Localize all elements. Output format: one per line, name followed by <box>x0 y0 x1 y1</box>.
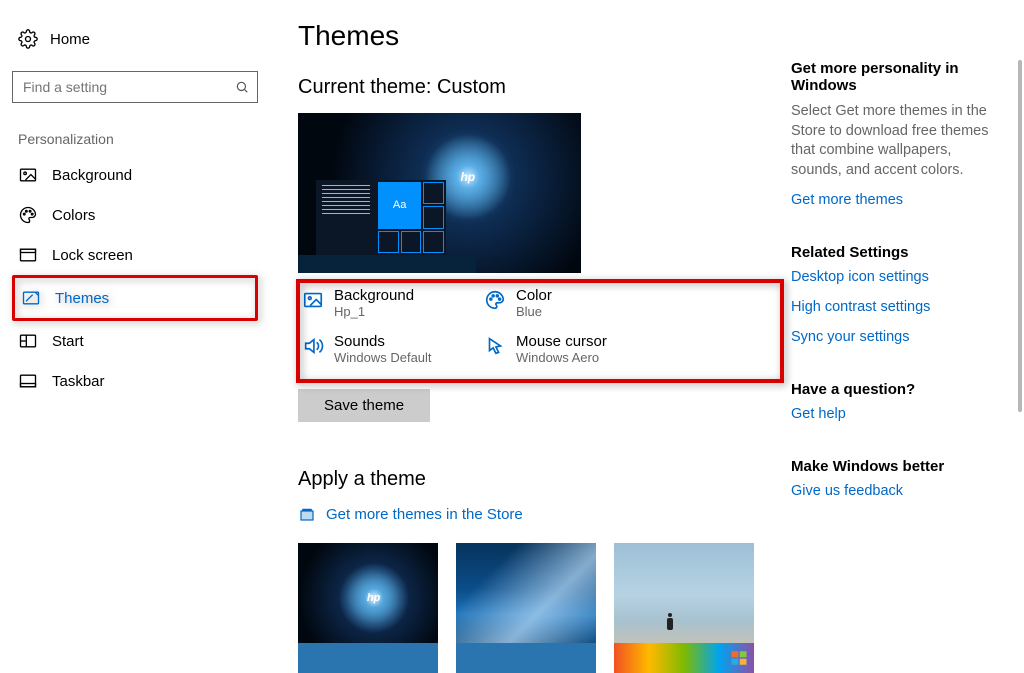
sidebar-item-background[interactable]: Background <box>12 155 258 195</box>
search-box[interactable] <box>12 71 258 103</box>
get-more-themes-link[interactable]: Get more themes <box>791 192 1001 208</box>
theme-thumb-windows[interactable] <box>456 543 596 673</box>
apply-theme-title: Apply a theme <box>298 468 778 491</box>
sidebar-item-taskbar[interactable]: Taskbar <box>12 361 258 401</box>
link-desktop-icon-settings[interactable]: Desktop icon settings <box>791 269 1001 285</box>
picture-icon <box>302 289 324 311</box>
theme-preview: hp Aa <box>298 113 581 273</box>
sidebar-item-lockscreen[interactable]: Lock screen <box>12 235 258 275</box>
search-icon <box>235 80 249 94</box>
link-high-contrast[interactable]: High contrast settings <box>791 299 1001 315</box>
section-label: Personalization <box>18 131 258 147</box>
store-icon <box>298 505 316 523</box>
sidebar-item-label: Colors <box>52 207 95 224</box>
cursor-icon <box>484 335 506 357</box>
sidebar-item-colors[interactable]: Colors <box>12 195 258 235</box>
sidebar: Home Personalization Background Colors L… <box>0 0 270 401</box>
feedback-link[interactable]: Give us feedback <box>791 483 1001 499</box>
sidebar-item-label: Taskbar <box>52 373 105 390</box>
theme-settings-block: BackgroundHp_1 ColorBlue SoundsWindows D… <box>298 281 778 377</box>
sidebar-item-label: Background <box>52 167 132 184</box>
related-group: Related Settings Desktop icon settings H… <box>791 244 1001 345</box>
windows-flag-icon <box>730 649 748 667</box>
sidebar-item-label: Themes <box>55 290 109 307</box>
hp-logo-icon: hp <box>367 592 380 604</box>
theme-thumb-beach[interactable] <box>614 543 754 673</box>
palette-icon <box>484 289 506 311</box>
sidebar-item-label: Start <box>52 333 84 350</box>
related-title: Related Settings <box>791 244 1001 261</box>
personality-title: Get more personality in Windows <box>791 60 1001 94</box>
picture-icon <box>18 165 38 185</box>
tile-big: Aa <box>378 182 421 229</box>
theme-thumb-hp[interactable]: hp <box>298 543 438 673</box>
main-content: Themes Current theme: Custom hp Aa Backg… <box>298 20 778 673</box>
taskbar-icon <box>18 371 38 391</box>
setting-color[interactable]: ColorBlue <box>484 287 654 319</box>
gear-icon <box>18 29 38 49</box>
lockscreen-icon <box>18 245 38 265</box>
page-title: Themes <box>298 20 778 52</box>
sidebar-item-label: Lock screen <box>52 247 133 264</box>
scrollbar[interactable] <box>1018 60 1022 412</box>
home-label: Home <box>50 31 90 48</box>
link-sync-settings[interactable]: Sync your settings <box>791 329 1001 345</box>
store-link[interactable]: Get more themes in the Store <box>298 505 778 523</box>
palette-icon <box>18 205 38 225</box>
question-group: Have a question? Get help <box>791 381 1001 422</box>
search-input[interactable] <box>21 78 235 96</box>
setting-sounds[interactable]: SoundsWindows Default <box>302 333 472 365</box>
start-icon <box>18 331 38 351</box>
sidebar-item-themes[interactable]: Themes <box>12 275 258 321</box>
current-theme-title: Current theme: Custom <box>298 76 778 99</box>
hp-logo-icon: hp <box>460 170 475 184</box>
sidebar-item-start[interactable]: Start <box>12 321 258 361</box>
theme-thumbnails: hp <box>298 543 778 673</box>
get-help-link[interactable]: Get help <box>791 406 1001 422</box>
themes-icon <box>21 288 41 308</box>
setting-background[interactable]: BackgroundHp_1 <box>302 287 472 319</box>
home-button[interactable]: Home <box>12 25 258 53</box>
right-column: Get more personality in Windows Select G… <box>791 60 1001 535</box>
setting-cursor[interactable]: Mouse cursorWindows Aero <box>484 333 654 365</box>
save-theme-button[interactable]: Save theme <box>298 389 430 422</box>
better-title: Make Windows better <box>791 458 1001 475</box>
better-group: Make Windows better Give us feedback <box>791 458 1001 499</box>
question-title: Have a question? <box>791 381 1001 398</box>
sound-icon <box>302 335 324 357</box>
personality-group: Get more personality in Windows Select G… <box>791 60 1001 208</box>
personality-desc: Select Get more themes in the Store to d… <box>791 102 1001 180</box>
